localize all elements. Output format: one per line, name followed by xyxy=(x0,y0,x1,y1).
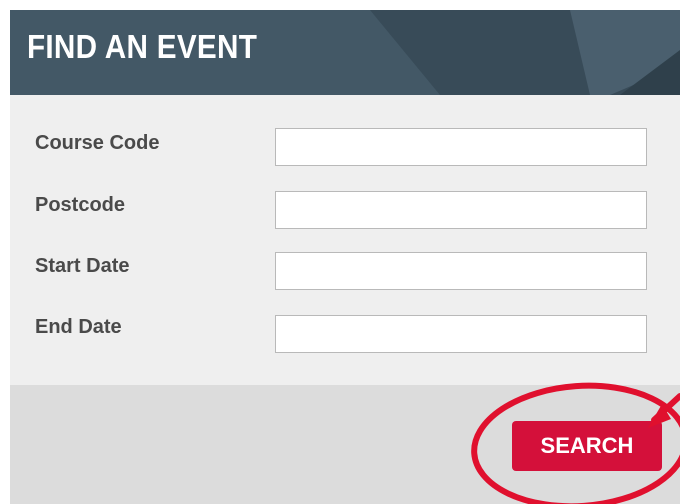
page-title: FIND AN EVENT xyxy=(27,28,258,65)
postcode-label: Postcode xyxy=(35,194,126,216)
end-date-input[interactable] xyxy=(275,315,647,353)
start-date-input[interactable] xyxy=(275,252,647,290)
postcode-input[interactable] xyxy=(275,191,647,229)
course-code-label: Course Code xyxy=(35,132,160,154)
course-code-input[interactable] xyxy=(275,128,647,166)
start-date-label: Start Date xyxy=(35,255,130,277)
search-button[interactable]: SEARCH xyxy=(512,421,662,471)
end-date-label: End Date xyxy=(35,316,122,338)
widget-header: FIND AN EVENT xyxy=(10,10,680,95)
find-event-widget: FIND AN EVENT Course Code Postcode Start… xyxy=(0,0,680,504)
